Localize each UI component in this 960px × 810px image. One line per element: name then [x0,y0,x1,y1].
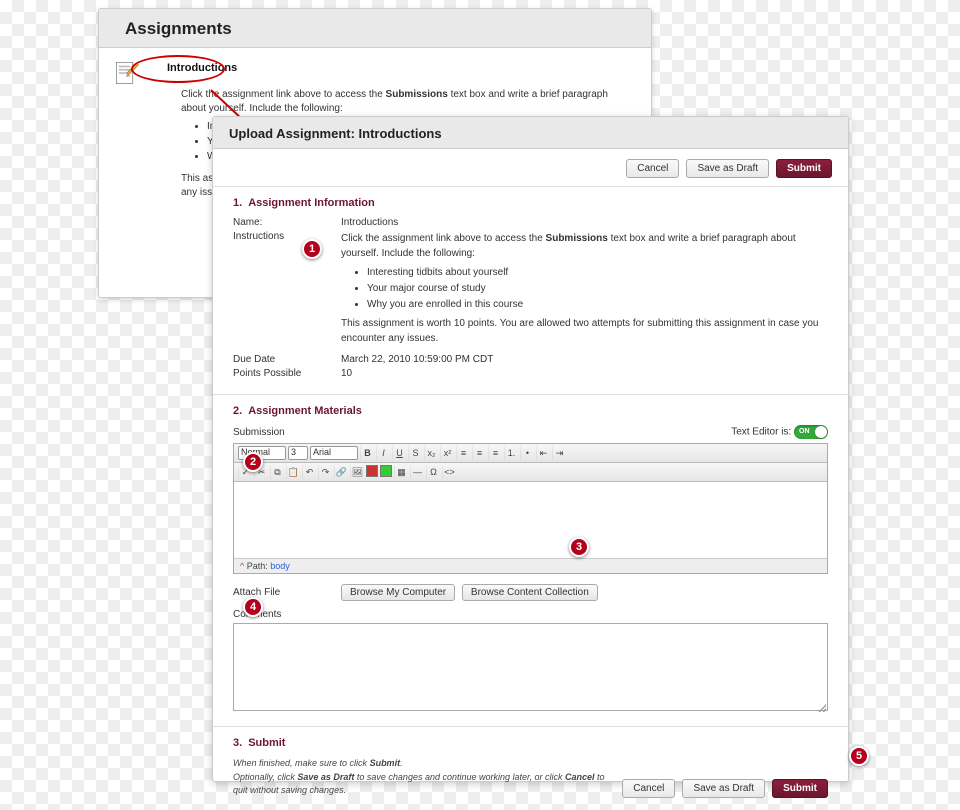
path-label: Path: [247,561,271,571]
align-center-icon[interactable]: ≡ [472,446,486,460]
table-icon[interactable]: ▦ [394,465,408,479]
attach-file-label: Attach File [233,587,341,598]
cancel-button-bottom[interactable]: Cancel [622,779,675,798]
comments-label: Comments [233,609,828,620]
name-value: Introductions [341,217,828,228]
browse-my-computer-button[interactable]: Browse My Computer [341,584,455,601]
underline-icon[interactable]: U [392,446,406,460]
top-button-row: Cancel Save as Draft Submit [213,149,848,187]
submission-label: Submission [233,427,285,438]
browse-content-collection-button[interactable]: Browse Content Collection [462,584,598,601]
hr-icon[interactable]: — [410,465,424,479]
comments-textarea[interactable] [233,623,828,711]
editor-toolbar-row-1: Normal 3 Arial B I U S x₂ x² ≡ ≡ ≡ 1. • … [234,444,827,463]
section-3-heading: 3. Submit [233,737,828,749]
indent-icon[interactable]: ⇥ [552,446,566,460]
section-title: Assignment Materials [248,405,362,417]
section-submit: 3. Submit When finished, make sure to cli… [213,727,848,810]
copy-icon[interactable]: ⧉ [270,465,284,479]
image-icon[interactable]: 🖼 [350,465,364,479]
introductions-link[interactable]: Introductions [167,62,237,74]
bold-icon[interactable]: B [360,446,374,460]
section-title: Submit [248,737,285,749]
font-family-select[interactable]: Arial [310,446,358,460]
submit-button-bottom[interactable]: Submit [772,779,828,798]
superscript-icon[interactable]: x² [440,446,454,460]
points-possible-value: 10 [341,368,828,379]
undo-icon[interactable]: ↶ [302,465,316,479]
redo-icon[interactable]: ↷ [318,465,332,479]
text-editor-toggle[interactable]: ON [794,425,828,439]
list-unordered-icon[interactable]: • [520,446,534,460]
instructions-label: Instructions [233,231,341,242]
editor-path-bar: ^ Path: body [234,558,827,573]
section-2-heading: 2. Assignment Materials [233,405,828,417]
submit-instructions: When finished, make sure to click Submit… [233,757,606,798]
list-item: Your major course of study [367,281,828,296]
editor-toolbar-row-2: ✓ ✂ ⧉ 📋 ↶ ↷ 🔗 🖼 ▦ — Ω <> [234,463,827,482]
path-body-link[interactable]: body [270,561,290,571]
strike-icon[interactable]: S [408,446,422,460]
font-size-select[interactable]: 3 [288,446,308,460]
list-item: Why you are enrolled in this course [367,297,828,312]
section-number: 1. [233,197,242,209]
section-assignment-materials: 2. Assignment Materials Submission Text E… [213,395,848,727]
assignments-title: Assignments [125,19,625,39]
callout-5: 5 [849,746,869,766]
highlight-color-icon[interactable] [380,465,392,477]
instructions-content: Click the assignment link above to acces… [341,231,828,346]
text-color-icon[interactable] [366,465,378,477]
list-item: Interesting tidbits about yourself [367,265,828,280]
paste-icon[interactable]: 📋 [286,465,300,479]
html-icon[interactable]: <> [442,465,456,479]
submit-button[interactable]: Submit [776,159,832,178]
link-icon[interactable]: 🔗 [334,465,348,479]
callout-4: 4 [243,597,263,617]
name-label: Name: [233,217,341,228]
rich-text-editor: Normal 3 Arial B I U S x₂ x² ≡ ≡ ≡ 1. • … [233,443,828,574]
subscript-icon[interactable]: x₂ [424,446,438,460]
upload-assignment-header: Upload Assignment: Introductions [213,117,848,149]
list-ordered-icon[interactable]: 1. [504,446,518,460]
editor-textarea[interactable] [234,482,827,558]
align-right-icon[interactable]: ≡ [488,446,502,460]
align-left-icon[interactable]: ≡ [456,446,470,460]
cancel-button[interactable]: Cancel [626,159,679,178]
callout-3: 3 [569,537,589,557]
instr-pre: Click the assignment link above to acces… [341,233,546,244]
upload-assignment-panel: Upload Assignment: Introductions Cancel … [212,116,849,782]
save-draft-button-bottom[interactable]: Save as Draft [682,779,765,798]
due-date-value: March 22, 2010 10:59:00 PM CDT [341,354,828,365]
save-draft-button[interactable]: Save as Draft [686,159,769,178]
section-title: Assignment Information [248,197,375,209]
callout-2: 2 [243,452,263,472]
italic-icon[interactable]: I [376,446,390,460]
section-1-heading: 1. Assignment Information [233,197,828,209]
upload-assignment-title: Upload Assignment: Introductions [229,126,832,141]
assignments-panel-header: Assignments [99,9,651,48]
symbol-icon[interactable]: Ω [426,465,440,479]
text-editor-label: Text Editor is: [731,427,791,438]
instructions-bold: Submissions [386,89,448,100]
section-assignment-information: 1. Assignment Information Name: Introduct… [213,187,848,395]
points-possible-label: Points Possible [233,368,341,379]
section-number: 2. [233,405,242,417]
due-date-label: Due Date [233,354,341,365]
outdent-icon[interactable]: ⇤ [536,446,550,460]
callout-1: 1 [302,239,322,259]
assignment-document-icon [113,60,141,86]
section-number: 3. [233,737,242,749]
instructions-pre: Click the assignment link above to acces… [181,89,386,100]
instr-worth: This assignment is worth 10 points. You … [341,316,828,346]
instr-bold: Submissions [546,233,608,244]
